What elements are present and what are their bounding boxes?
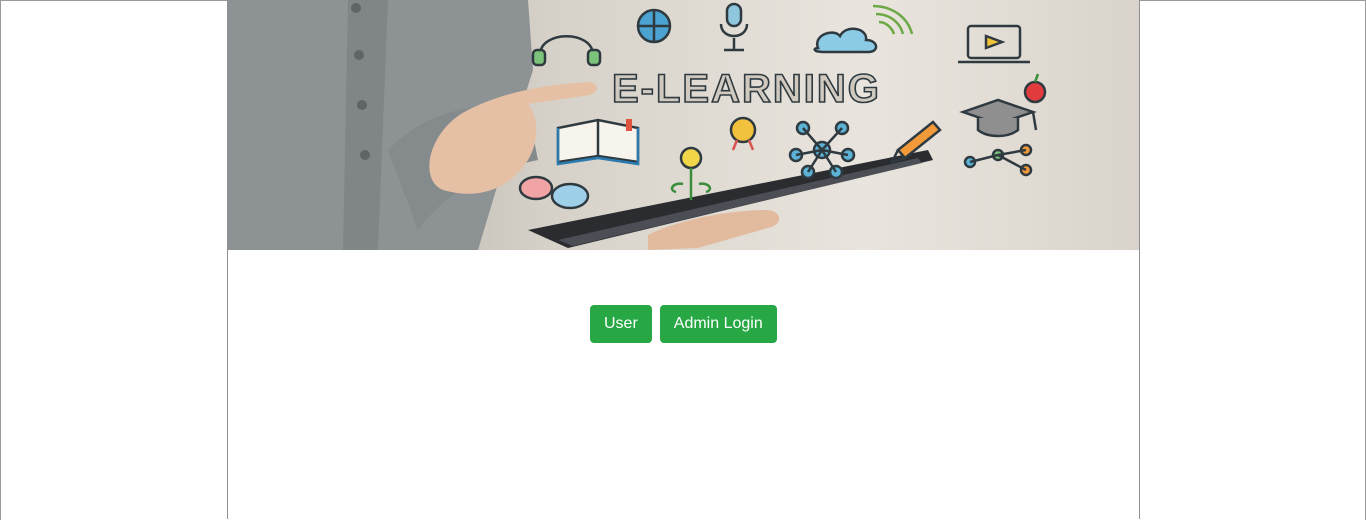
login-button-group: User Admin Login bbox=[590, 305, 777, 343]
user-button[interactable]: User bbox=[590, 305, 652, 343]
hero-banner-text: E-LEARNING bbox=[612, 67, 881, 111]
main-container: E-LEARNING User Admin Login bbox=[227, 0, 1140, 519]
admin-login-button[interactable]: Admin Login bbox=[659, 305, 777, 343]
hero-banner-image: E-LEARNING bbox=[228, 0, 1139, 250]
